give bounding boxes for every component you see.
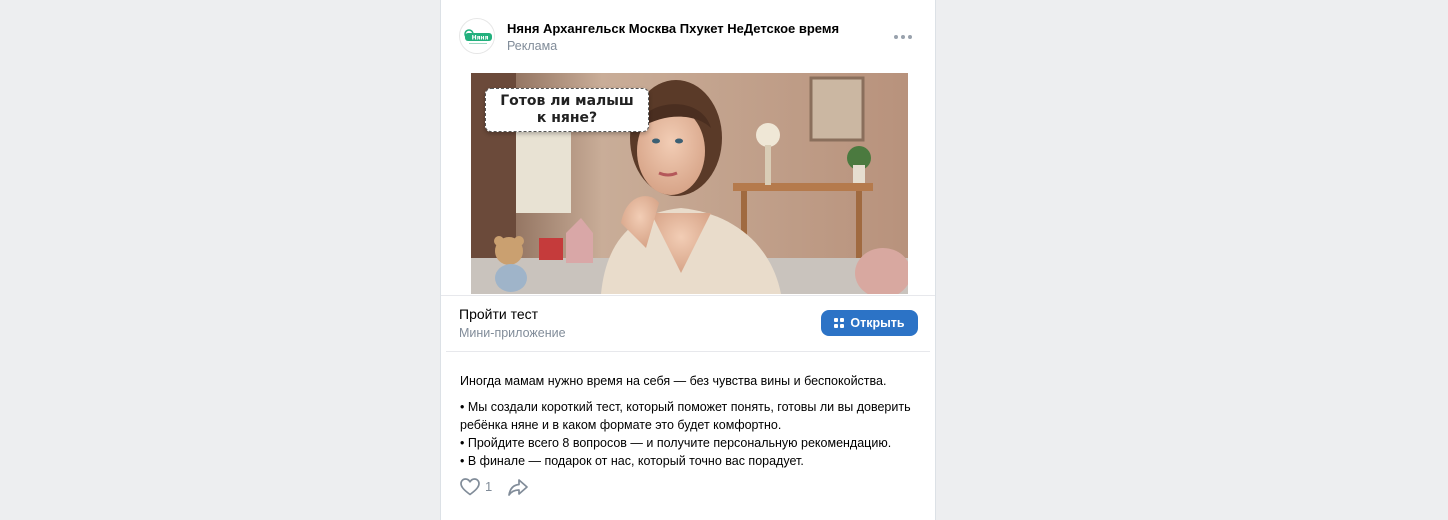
image-caption-line2: к няне? — [536, 110, 598, 126]
divider — [446, 351, 930, 352]
more-horizontal-icon[interactable] — [893, 28, 915, 46]
apps-grid-icon — [834, 318, 845, 328]
post-actions: 1 — [459, 476, 579, 498]
post-text-bullet: • В финале — подарок от нас, который точ… — [460, 454, 804, 468]
image-caption-line1: Готов ли малыш — [500, 93, 634, 109]
open-button[interactable]: Открыть — [821, 310, 918, 336]
post-image[interactable]: Готов ли малыш к няне? — [471, 73, 908, 294]
post-card: Няня Няня Архангельск Москва Пхукет НеДе… — [440, 0, 936, 520]
community-avatar[interactable]: Няня — [459, 18, 495, 54]
community-logo-icon: Няня — [461, 20, 494, 53]
ad-label: Реклама — [507, 39, 558, 53]
post-header: Няня Няня Архангельск Москва Пхукет НеДе… — [459, 18, 917, 58]
image-caption-badge: Готов ли малыш к няне? — [485, 88, 649, 132]
like-count: 1 — [485, 479, 493, 494]
divider — [441, 295, 935, 296]
post-text: Иногда мамам нужно время на себя — без ч… — [460, 372, 920, 470]
community-name[interactable]: Няня Архангельск Москва Пхукет НеДетское… — [507, 21, 839, 36]
cta-title[interactable]: Пройти тест — [459, 306, 538, 322]
post-text-bullet: • Мы создали короткий тест, который помо… — [460, 400, 911, 432]
post-text-bullet: • Пройдите всего 8 вопросов — и получите… — [460, 436, 892, 450]
heart-icon[interactable] — [459, 476, 481, 498]
avatar-logo-text: Няня — [472, 35, 489, 42]
post-text-intro: Иногда мамам нужно время на себя — без ч… — [460, 374, 887, 388]
cta-subtitle: Мини-приложение — [459, 326, 566, 340]
open-button-label: Открыть — [850, 316, 905, 330]
share-arrow-icon[interactable] — [507, 476, 529, 498]
